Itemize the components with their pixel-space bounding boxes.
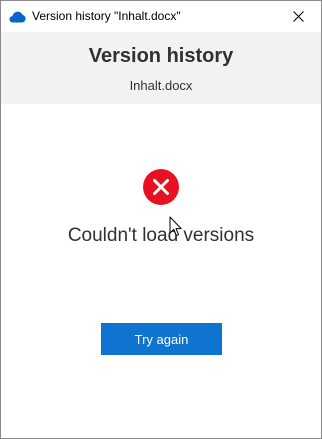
version-history-window: Version history "Inhalt.docx" Version hi… [0, 0, 322, 439]
error-x-icon [142, 168, 180, 206]
onedrive-cloud-icon [9, 10, 26, 23]
close-button[interactable] [275, 1, 321, 32]
error-message: Couldn't load versions [67, 225, 255, 246]
file-name: Inhalt.docx [129, 78, 193, 93]
title-bar: Version history "Inhalt.docx" [1, 1, 321, 32]
close-icon [292, 11, 304, 22]
try-again-button[interactable]: Try again [101, 323, 222, 355]
header-panel: Version history Inhalt.docx [1, 32, 321, 104]
page-title: Version history [88, 45, 234, 67]
window-title: Version history "Inhalt.docx" [32, 9, 181, 23]
